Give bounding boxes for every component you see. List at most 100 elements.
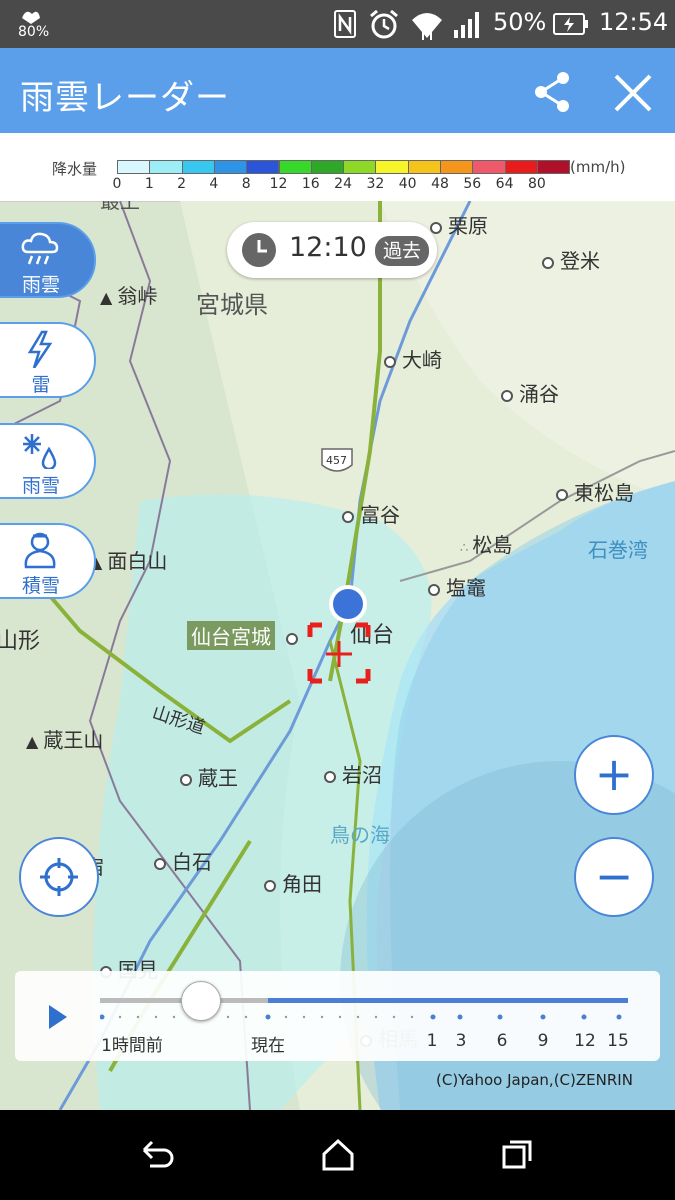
map-label-wakuya: 涌谷 <box>501 378 559 407</box>
map-label-ishinomaki-bay: 石巻湾 <box>588 538 648 562</box>
signal-icon <box>454 12 479 38</box>
nfc-icon <box>334 10 356 38</box>
legend-tick: 4 <box>209 176 219 192</box>
legend-swatch <box>407 160 441 174</box>
crosshair-location-icon <box>40 858 78 896</box>
legend-swatch <box>149 160 183 174</box>
legend-swatch <box>504 160 538 174</box>
time-indicator: 12:10 過去 <box>227 222 437 278</box>
alarm-icon <box>370 9 398 39</box>
legend-tick: 80 <box>527 176 546 192</box>
legend-swatch <box>472 160 506 174</box>
back-icon[interactable] <box>140 1138 176 1172</box>
map-label-okitoge: ▲ 翁峠 <box>100 284 158 308</box>
map-label-higashimatsushima: 東松島 <box>556 477 634 506</box>
route-number: 457 <box>326 454 347 467</box>
legend-tick: 64 <box>495 176 514 192</box>
legend-swatch <box>343 160 377 174</box>
zoom-in-button[interactable]: + <box>574 735 654 815</box>
timeline-future-track <box>268 998 628 1003</box>
map-label-zaozan: ▲ 蔵王山 <box>26 728 104 752</box>
timeline-tick: 3 <box>455 1031 467 1051</box>
time-value: 12:10 <box>289 232 367 263</box>
legend-tick: 16 <box>301 176 320 192</box>
legend-tick: 8 <box>241 176 251 192</box>
timeline-tick: 現在 <box>251 1036 285 1056</box>
lightning-icon <box>27 330 53 368</box>
legend-tick: 2 <box>177 176 187 192</box>
tab-snow-depth[interactable]: 積雪 <box>0 523 96 599</box>
legend-tick: 1 <box>144 176 154 192</box>
location-marker <box>307 585 371 684</box>
status-bar: 80% 50% 12:54 <box>0 0 675 48</box>
app-bar: 雨雲レーダー <box>0 48 675 133</box>
map-dot-castle <box>286 625 304 649</box>
snow-rain-icon <box>23 434 57 469</box>
legend-unit: (mm/h) <box>570 158 626 176</box>
legend-swatch <box>278 160 312 174</box>
map-label-torinoumi: 鳥の海 <box>330 823 390 847</box>
map-label-omoshiroyama: ▲ 面白山 <box>90 549 168 573</box>
legend-label: 降水量 <box>52 160 98 178</box>
zoom-out-button[interactable]: − <box>574 837 654 917</box>
legend-swatch <box>440 160 474 174</box>
tab-rain-cloud[interactable]: 雨雲 <box>0 222 96 298</box>
battery-icon <box>553 13 588 35</box>
timeline-dots <box>100 1014 622 1020</box>
past-badge: 過去 <box>375 236 430 266</box>
timeline-tick: 1 <box>426 1031 438 1051</box>
map-label-zao: 蔵王 <box>180 762 238 791</box>
legend-swatch <box>310 160 345 174</box>
snowman-icon <box>24 532 56 569</box>
legend-swatch <box>536 160 571 174</box>
legend-tick: 12 <box>269 176 288 192</box>
legend-swatch <box>117 160 151 174</box>
legend-swatch <box>246 160 280 174</box>
tab-label: 雷 <box>31 374 51 396</box>
timeline-tick: 12 <box>574 1031 596 1051</box>
map-label-kurihara: 栗原 <box>430 210 488 239</box>
map-label-miyagi: 宮城県 <box>196 291 268 319</box>
legend-tick: 48 <box>431 176 449 192</box>
locate-button[interactable] <box>19 837 99 917</box>
map-label-shiogama: 塩竈 <box>428 572 486 601</box>
map-label-sendai-castle: 仙台宮城 <box>187 621 275 650</box>
map-label-matsushima: ∴ 松島 <box>460 533 513 557</box>
timeline-tick: 15 <box>607 1031 629 1051</box>
tab-lightning[interactable]: 雷 <box>0 322 96 398</box>
nav-bar <box>0 1110 675 1200</box>
tab-label: 雨雪 <box>21 475 60 497</box>
share-icon[interactable] <box>532 70 572 114</box>
play-icon[interactable] <box>47 1003 69 1031</box>
status-left-indicator: 80% <box>18 24 50 40</box>
page-title: 雨雲レーダー <box>20 78 230 118</box>
legend-tick: 24 <box>334 176 353 192</box>
map-label-tomiya: 富谷 <box>342 499 400 528</box>
wifi-icon <box>412 13 442 40</box>
tab-label: 積雪 <box>21 575 60 597</box>
clock: 12:54 <box>599 8 669 36</box>
map-label-iwanuma: 岩沼 <box>324 759 382 788</box>
legend-tick: 32 <box>366 176 385 192</box>
map-label-shiroishi: 白石 <box>154 846 212 875</box>
clock-icon <box>242 233 276 267</box>
tab-snow-rain[interactable]: 雨雪 <box>0 423 96 499</box>
map-copyright: (C)Yahoo Japan,(C)ZENRIN <box>436 1071 633 1089</box>
tab-label: 雨雲 <box>21 274 60 296</box>
map-label-kakuda: 角田 <box>264 868 322 897</box>
map-label-yamagata: 山形 <box>0 629 41 654</box>
map-label-tome: 登米 <box>542 245 600 274</box>
recents-icon[interactable] <box>500 1138 534 1172</box>
legend-tick: 40 <box>398 176 417 192</box>
legend-swatch <box>181 160 215 174</box>
close-icon[interactable] <box>612 72 654 114</box>
map-label-osaki: 大崎 <box>384 344 442 373</box>
data-saver-icon <box>22 11 40 24</box>
legend-tick: 0 <box>112 176 122 192</box>
legend-swatch <box>213 160 248 174</box>
legend-tick: 56 <box>463 176 482 192</box>
timeline-tick: 1時間前 <box>101 1036 163 1056</box>
home-icon[interactable] <box>320 1138 356 1172</box>
map-label-mogami: 最上 <box>100 201 140 213</box>
timeline-tick: 9 <box>537 1031 549 1051</box>
